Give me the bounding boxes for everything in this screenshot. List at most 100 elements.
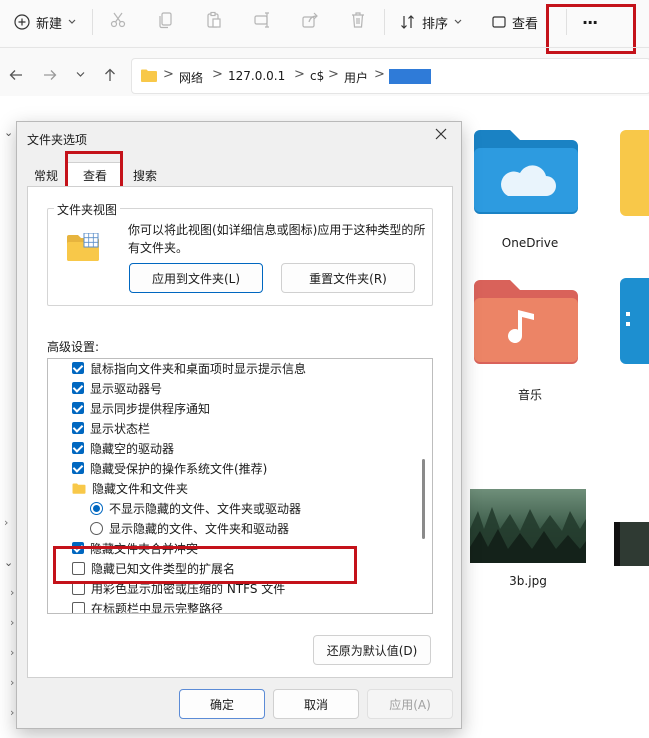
tile-label: 音乐 — [517, 388, 542, 402]
folder-options-dialog: 文件夹选项 常规 查看 搜索 文件夹视图 你可以将此视图(如详细信息或图标)应用… — [16, 121, 462, 729]
folder-views-group: 文件夹视图 你可以将此视图(如详细信息或图标)应用于这种类型的所 有文件夹。 应… — [47, 201, 433, 306]
setting-item[interactable]: 不显示隐藏的文件、文件夹或驱动器 — [90, 499, 301, 517]
rename-icon — [254, 12, 269, 28]
new-button[interactable]: 新建 — [14, 8, 76, 36]
arrow-left-icon — [9, 70, 22, 80]
setting-label: 显示同步提供程序通知 — [90, 401, 211, 416]
copy-button[interactable] — [156, 10, 182, 36]
setting-group: 隐藏文件和文件夹 — [72, 479, 188, 497]
setting-label: 隐藏文件和文件夹 — [92, 481, 189, 496]
view-icon — [492, 16, 506, 28]
folder-icon — [72, 483, 86, 494]
reset-folders-button[interactable]: 重置文件夹(R) — [281, 263, 415, 293]
nav-chevron-icon[interactable]: › — [10, 646, 14, 659]
nav-chevron-icon[interactable]: › — [10, 586, 14, 599]
restore-defaults-button[interactable]: 还原为默认值(D) — [313, 635, 431, 665]
setting-label: 隐藏空的驱动器 — [90, 441, 175, 456]
toolbar-divider — [384, 9, 385, 35]
crumb-separator: > — [328, 67, 339, 82]
crumb-host[interactable]: 127.0.0.1 — [228, 69, 285, 83]
view-button[interactable]: 查看 — [492, 8, 538, 36]
folder-tile-partial[interactable] — [620, 130, 649, 216]
paste-icon — [207, 11, 221, 28]
description-line: 有文件夹。 — [128, 241, 189, 255]
nav-chevron-icon[interactable]: › — [10, 616, 14, 629]
folder-views-legend: 文件夹视图 — [54, 201, 121, 218]
apply-to-folders-button[interactable]: 应用到文件夹(L) — [129, 263, 263, 293]
delete-button[interactable] — [348, 10, 374, 36]
paste-button[interactable] — [204, 10, 230, 36]
checkbox-checked[interactable] — [72, 462, 84, 474]
crumb-separator: > — [294, 67, 305, 82]
crumb-users[interactable]: 用户 — [344, 69, 368, 86]
tab-general[interactable]: 常规 — [27, 164, 65, 186]
scissors-icon — [110, 12, 126, 28]
dot-icon — [626, 322, 630, 326]
ok-button[interactable]: 确定 — [179, 689, 265, 719]
dialog-title: 文件夹选项 — [27, 133, 88, 147]
up-button[interactable] — [102, 67, 118, 83]
forward-button[interactable] — [42, 67, 58, 83]
new-label: 新建 — [36, 16, 63, 32]
setting-item[interactable]: 显示同步提供程序通知 — [72, 399, 210, 417]
setting-item[interactable]: 显示驱动器号 — [72, 379, 162, 397]
setting-item[interactable]: 鼠标指向文件夹和桌面项时显示提示信息 — [72, 359, 306, 377]
setting-label: 显示隐藏的文件、文件夹和驱动器 — [109, 521, 290, 536]
cancel-button[interactable]: 取消 — [273, 689, 359, 719]
arrow-right-icon — [44, 70, 57, 80]
crumb-network[interactable]: 网络 — [179, 69, 203, 86]
nav-chevron-icon[interactable]: ⌄ — [4, 556, 13, 569]
close-icon — [435, 128, 447, 140]
share-icon — [302, 12, 318, 28]
nav-chevron-icon[interactable]: ⌄ — [4, 126, 13, 139]
folder-views-description: 你可以将此视图(如详细信息或图标)应用于这种类型的所 有文件夹。 — [128, 221, 428, 257]
rename-button[interactable] — [252, 10, 278, 36]
setting-label: 隐藏受保护的操作系统文件(推荐) — [90, 461, 268, 476]
setting-item[interactable]: 在标题栏中显示完整路径 — [72, 599, 223, 613]
image-file-tile[interactable]: 3b.jpg — [470, 489, 586, 589]
music-folder-tile[interactable]: 音乐 — [470, 276, 590, 406]
nav-chevron-icon[interactable]: › — [10, 676, 14, 689]
checkbox-checked[interactable] — [72, 362, 84, 374]
cut-button[interactable] — [108, 10, 134, 36]
highlight-box-hide-extensions — [53, 546, 357, 584]
crumb-share[interactable]: c$ — [310, 69, 324, 83]
setting-item[interactable]: 隐藏空的驱动器 — [72, 439, 174, 457]
recent-locations-button[interactable] — [76, 71, 85, 78]
checkbox-unchecked[interactable] — [72, 601, 85, 613]
radio-selected[interactable] — [90, 501, 103, 515]
tab-search[interactable]: 搜索 — [123, 164, 167, 186]
router-logo-icon — [508, 672, 552, 716]
setting-item[interactable]: 隐藏受保护的操作系统文件(推荐) — [72, 459, 267, 477]
apply-button[interactable]: 应用(A) — [367, 689, 453, 719]
radio-unselected[interactable] — [90, 521, 103, 535]
redacted-username[interactable] — [389, 69, 431, 84]
folder-view-icon — [67, 233, 99, 261]
sort-label: 排序 — [422, 16, 449, 32]
setting-item[interactable]: 显示隐藏的文件、文件夹和驱动器 — [90, 519, 289, 537]
setting-label: 不显示隐藏的文件、文件夹或驱动器 — [109, 501, 302, 516]
checkbox-checked[interactable] — [72, 382, 84, 394]
setting-label: 鼠标指向文件夹和桌面项时显示提示信息 — [90, 361, 307, 376]
checkbox-checked[interactable] — [72, 422, 84, 434]
video-file-tile-partial[interactable] — [614, 522, 649, 566]
close-button[interactable] — [435, 128, 447, 140]
folder-tile-partial[interactable] — [620, 278, 649, 364]
nav-chevron-icon[interactable]: › — [4, 516, 8, 529]
sort-icon — [401, 15, 414, 29]
onedrive-folder-tile[interactable]: OneDrive — [470, 126, 590, 256]
share-button[interactable] — [300, 10, 326, 36]
crumb-separator: > — [374, 67, 385, 82]
chevron-down-icon — [76, 72, 85, 77]
address-bar[interactable]: > 网络 > 127.0.0.1 > c$ > 用户 > — [131, 58, 649, 94]
nav-chevron-icon[interactable]: › — [10, 706, 14, 719]
checkbox-checked[interactable] — [72, 442, 84, 454]
checkbox-checked[interactable] — [72, 402, 84, 414]
film-strip-icon — [614, 522, 620, 566]
setting-item[interactable]: 显示状态栏 — [72, 419, 150, 437]
setting-label: 显示状态栏 — [90, 421, 151, 436]
tile-label: 3b.jpg — [509, 574, 547, 588]
back-button[interactable] — [8, 67, 24, 83]
sort-button[interactable]: 排序 — [400, 8, 462, 36]
list-scrollbar-thumb[interactable] — [422, 459, 425, 539]
